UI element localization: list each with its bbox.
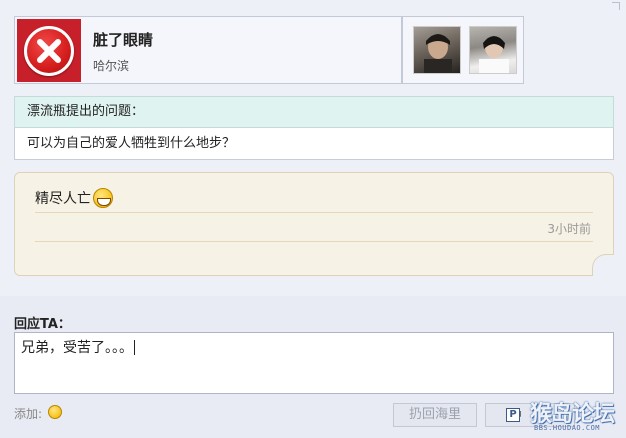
throw-back-button[interactable]: 扔回海里 (393, 403, 477, 427)
question-header: 漂流瓶提出的问题： (14, 96, 614, 128)
answer-timestamp: 3小时前 (547, 222, 591, 236)
question-text: 可以为自己的爱人牺牲到什么地步？ (14, 128, 614, 160)
grin-emoji-icon (93, 188, 113, 208)
p-icon: P (506, 408, 520, 422)
photo-strip (402, 16, 524, 84)
smiley-icon[interactable] (48, 405, 62, 419)
divider (35, 212, 593, 213)
answer-text: 精尽人亡 (35, 191, 91, 207)
window-corner-mark (612, 2, 620, 10)
answer-message: 精尽人亡 (35, 188, 113, 208)
reply-input[interactable]: 兄弟，受苦了。。。 (14, 332, 614, 394)
answer-card: 精尽人亡 3小时前 (14, 172, 614, 276)
text-caret (134, 340, 135, 355)
reply-text: 兄弟，受苦了。。。 (21, 340, 133, 356)
profile-card: 脏了眼睛 哈尔滨 (14, 16, 402, 84)
profile-city: 哈尔滨 (93, 59, 130, 73)
user-photo-thumbnail[interactable] (413, 26, 461, 74)
avatar[interactable] (17, 19, 81, 82)
add-label: 添加: (14, 407, 43, 421)
card-curl (592, 254, 614, 276)
red-x-icon (24, 25, 74, 76)
profile-name[interactable]: 脏了眼睛 (93, 29, 153, 50)
watermark-url: BBS.HOUDAO.COM (534, 424, 601, 432)
site-watermark: 猴岛论坛 BBS.HOUDAO.COM (530, 396, 624, 436)
reply-label: 回应TA： (14, 317, 71, 332)
divider (35, 241, 593, 242)
user-photo-thumbnail[interactable] (469, 26, 517, 74)
